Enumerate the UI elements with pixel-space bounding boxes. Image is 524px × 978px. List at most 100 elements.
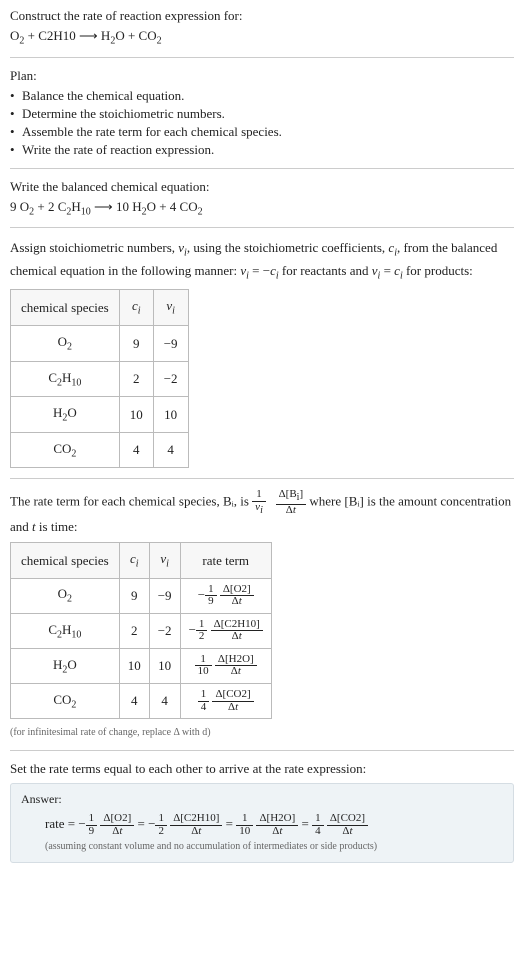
generic-frac-1: 1 νi	[252, 489, 266, 516]
table-row: H2O 10 10 110 Δ[H2O]Δt	[11, 648, 272, 683]
intro-title: Construct the rate of reaction expressio…	[10, 8, 514, 24]
rateterm-block: The rate term for each chemical species,…	[10, 489, 514, 740]
plan-item: •Balance the chemical equation.	[10, 88, 514, 104]
balanced-label: Write the balanced chemical equation:	[10, 179, 514, 195]
rate-word: rate =	[45, 816, 78, 831]
divider	[10, 227, 514, 228]
rateterm-note: (for infinitesimal rate of change, repla…	[10, 725, 514, 740]
rateterm-intro: The rate term for each chemical species,…	[10, 489, 514, 536]
frac-num: 1	[86, 813, 98, 826]
cell-species: CO2	[11, 683, 120, 718]
frac-num: 1	[155, 813, 167, 826]
stoich-table: chemical species ci νi O29−9 C2H102−2 H2…	[10, 289, 189, 468]
table-row: C2H10 2 −2 −12 Δ[C2H10]Δt	[11, 613, 272, 648]
cell-vi: 4	[149, 683, 180, 718]
answer-note: (assuming constant volume and no accumul…	[21, 841, 503, 852]
frac-den: 2	[196, 631, 208, 643]
frac-num: Δ[C2H10]	[170, 813, 222, 826]
plan-item: •Write the rate of reaction expression.	[10, 142, 514, 158]
frac-num: Δ[H2O]	[256, 813, 298, 826]
plan-block: Plan: •Balance the chemical equation. •D…	[10, 68, 514, 158]
cell-species: O2	[11, 325, 120, 361]
sign: −	[189, 622, 196, 637]
table-header-row: chemical species ci νi rate term	[11, 543, 272, 579]
col-species: chemical species	[11, 543, 120, 579]
sign: −	[148, 816, 155, 831]
cell-rate: 110 Δ[H2O]Δt	[180, 648, 271, 683]
answer-rate-expression: rate = −19 Δ[O2]Δt = −12 Δ[C2H10]Δt = 11…	[21, 813, 503, 837]
frac-den: Δt	[276, 505, 307, 517]
intro-equation: O2 + C2H10 ⟶ H2O + CO2	[10, 28, 514, 47]
frac-num: Δ[CO2]	[212, 689, 253, 702]
frac-den: 10	[195, 666, 212, 678]
frac-den: Δt	[215, 666, 257, 678]
frac-den: Δt	[256, 826, 298, 838]
frac-den: 2	[155, 826, 167, 838]
balanced-equation: 9 O2 + 2 C2H10 ⟶ 10 H2O + 4 CO2	[10, 199, 514, 218]
rateterm-table: chemical species ci νi rate term O2 9 −9…	[10, 542, 272, 719]
table-row: CO2 4 4 14 Δ[CO2]Δt	[11, 683, 272, 718]
intro-block: Construct the rate of reaction expressio…	[10, 8, 514, 47]
plan-text: Balance the chemical equation.	[22, 88, 184, 103]
plan-list: •Balance the chemical equation. •Determi…	[10, 88, 514, 158]
col-vi: νi	[149, 543, 180, 579]
frac-num: 1	[252, 489, 266, 502]
cell-ci: 2	[119, 613, 149, 648]
table-header-row: chemical species ci νi	[11, 290, 189, 326]
cell-species: H2O	[11, 397, 120, 433]
plan-text: Write the rate of reaction expression.	[22, 142, 214, 157]
cell-rate: −19 Δ[O2]Δt	[180, 578, 271, 613]
cell-ci: 2	[119, 361, 153, 397]
stoich-block: Assign stoichiometric numbers, νi, using…	[10, 238, 514, 468]
plan-item: •Determine the stoichiometric numbers.	[10, 106, 514, 122]
frac-num: 1	[236, 813, 253, 826]
frac-num: 1	[312, 813, 324, 826]
divider	[10, 168, 514, 169]
divider	[10, 750, 514, 751]
table-row: O2 9 −9 −19 Δ[O2]Δt	[11, 578, 272, 613]
col-rate: rate term	[180, 543, 271, 579]
col-ci: ci	[119, 290, 153, 326]
sign: −	[78, 816, 85, 831]
table-row: O29−9	[11, 325, 189, 361]
frac-den: Δt	[170, 826, 222, 838]
cell-vi: 4	[153, 432, 188, 468]
cell-vi: 10	[153, 397, 188, 433]
cell-rate: 14 Δ[CO2]Δt	[180, 683, 271, 718]
balanced-block: Write the balanced chemical equation: 9 …	[10, 179, 514, 218]
cell-vi: −2	[153, 361, 188, 397]
frac-den: 4	[198, 702, 210, 714]
frac-num: Δ[Bi]	[276, 489, 307, 505]
cell-ci: 4	[119, 683, 149, 718]
cell-species: O2	[11, 578, 120, 613]
answer-box: Answer: rate = −19 Δ[O2]Δt = −12 Δ[C2H10…	[10, 783, 514, 863]
frac-den: νi	[252, 502, 266, 517]
cell-species: CO2	[11, 432, 120, 468]
col-species: chemical species	[11, 290, 120, 326]
col-vi: νi	[153, 290, 188, 326]
col-ci: ci	[119, 543, 149, 579]
frac-den: 9	[86, 826, 98, 838]
plan-item: •Assemble the rate term for each chemica…	[10, 124, 514, 140]
final-block: Set the rate terms equal to each other t…	[10, 761, 514, 863]
frac-den: Δt	[211, 631, 263, 643]
answer-label: Answer:	[21, 792, 503, 807]
frac-num: Δ[O2]	[100, 813, 134, 826]
cell-ci: 4	[119, 432, 153, 468]
plan-text: Assemble the rate term for each chemical…	[22, 124, 282, 139]
cell-ci: 9	[119, 325, 153, 361]
table-row: H2O1010	[11, 397, 189, 433]
sign: −	[198, 587, 205, 602]
cell-species: C2H10	[11, 361, 120, 397]
table-row: C2H102−2	[11, 361, 189, 397]
frac-den: 10	[236, 826, 253, 838]
table-row: CO244	[11, 432, 189, 468]
divider	[10, 57, 514, 58]
frac-den: Δt	[100, 826, 134, 838]
cell-vi: −9	[149, 578, 180, 613]
cell-ci: 10	[119, 397, 153, 433]
cell-rate: −12 Δ[C2H10]Δt	[180, 613, 271, 648]
frac-num: 1	[198, 689, 210, 702]
cell-vi: 10	[149, 648, 180, 683]
cell-ci: 10	[119, 648, 149, 683]
